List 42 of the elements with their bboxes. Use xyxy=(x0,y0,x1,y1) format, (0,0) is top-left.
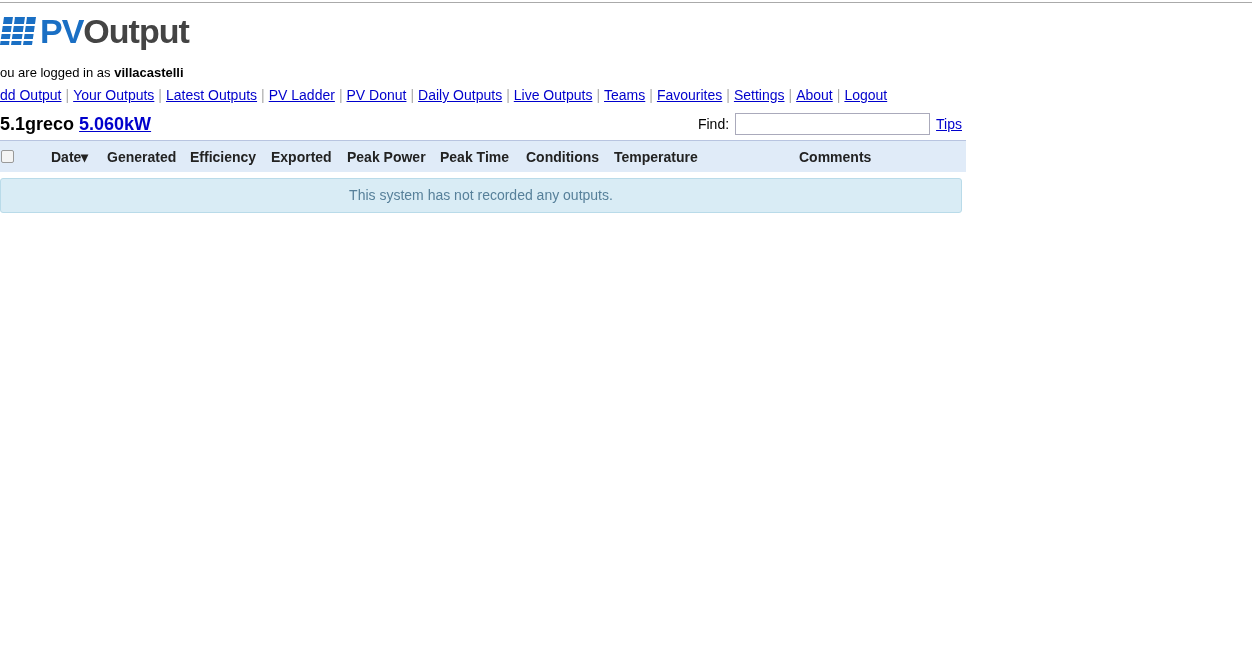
nav-link[interactable]: PV Ladder xyxy=(268,87,335,103)
tips-link[interactable]: Tips xyxy=(936,116,962,132)
nav-link[interactable]: Favourites xyxy=(656,87,723,103)
nav-link[interactable]: Live Outputs xyxy=(513,87,593,103)
column-header: Peak Power xyxy=(347,148,427,165)
nav-link[interactable]: PV Donut xyxy=(346,87,407,103)
find-field[interactable] xyxy=(735,113,931,135)
nav-link[interactable]: Teams xyxy=(604,87,646,103)
solar-panel-icon xyxy=(0,15,38,47)
column-header: Comments xyxy=(799,148,873,165)
nav-link[interactable]: Logout xyxy=(844,87,888,103)
system-name: 5.1greco xyxy=(0,113,75,135)
nav-separator: | xyxy=(836,87,841,103)
nav-separator: | xyxy=(788,87,793,103)
nav-link[interactable]: Settings xyxy=(733,87,785,103)
nav-link[interactable]: Daily Outputs xyxy=(418,87,503,103)
nav-link[interactable]: Latest Outputs xyxy=(166,87,258,103)
column-header: Efficiency xyxy=(190,148,258,165)
login-text: ou are logged in as villacastelli xyxy=(0,65,185,80)
select-all-checkbox[interactable] xyxy=(1,150,14,163)
logo-text: PVOutput xyxy=(40,13,189,49)
column-header: Exported xyxy=(271,148,333,165)
nav-separator: | xyxy=(506,87,510,103)
nav-separator: | xyxy=(65,87,70,103)
column-header: Conditions xyxy=(526,148,601,165)
nav-link[interactable]: Your Outputs xyxy=(73,87,155,103)
find-label: Find: xyxy=(697,116,730,132)
nav-separator: | xyxy=(596,87,601,103)
nav-separator: | xyxy=(410,87,415,103)
nav-separator: | xyxy=(338,87,343,103)
column-header: Peak Time xyxy=(440,148,510,165)
system-size-link[interactable]: 5.060kW xyxy=(79,113,152,135)
nav-separator: | xyxy=(261,87,265,103)
empty-message: This system has not recorded any outputs. xyxy=(0,178,962,213)
nav-separator: | xyxy=(726,87,730,103)
nav-separator: | xyxy=(158,87,162,103)
nav-link[interactable]: About xyxy=(796,87,833,103)
nav-link[interactable]: dd Output xyxy=(0,87,62,103)
nav-separator: | xyxy=(649,87,653,103)
column-header[interactable]: Date▾ xyxy=(51,148,107,165)
column-header: Generated xyxy=(107,148,178,165)
column-header: Temperature xyxy=(614,148,699,165)
